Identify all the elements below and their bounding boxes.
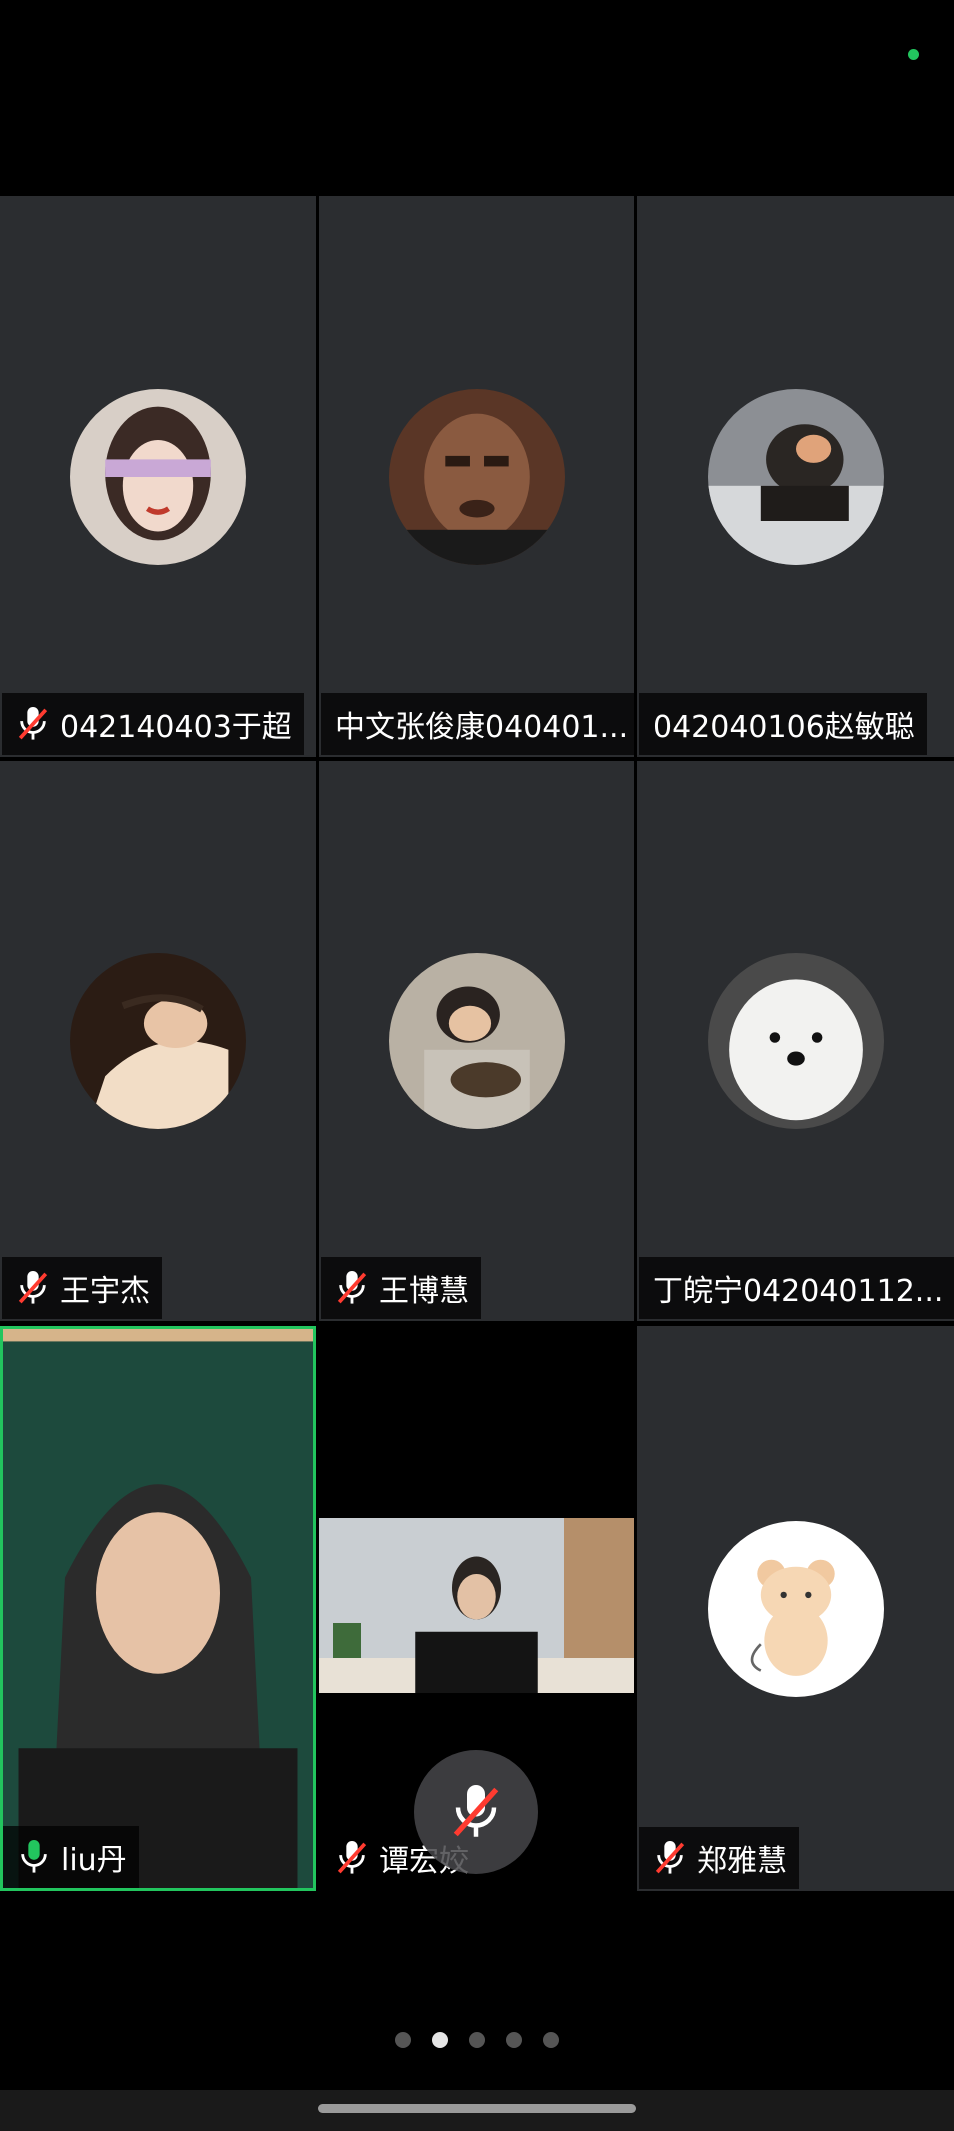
mic-muted-icon (655, 1841, 685, 1874)
home-indicator[interactable] (318, 2104, 636, 2113)
participant-video (319, 1518, 634, 1693)
participant-name-label: 中文张俊康040401... (321, 693, 634, 755)
participant-avatar (70, 388, 246, 565)
participant-name-label: liu丹 (3, 1826, 139, 1888)
participant-avatar (388, 388, 565, 565)
page-dot[interactable] (543, 2032, 559, 2048)
participant-avatar (707, 1520, 884, 1697)
participant-tile[interactable]: 042040106赵敏聪 (637, 196, 954, 757)
participant-name-label: 丁皖宁042040112... (639, 1257, 954, 1319)
page-dot-active[interactable] (432, 2032, 448, 2048)
participant-name-label: 王宇杰 (2, 1257, 162, 1319)
mic-muted-icon (18, 1271, 48, 1304)
mic-muted-icon (18, 707, 48, 740)
participant-tile[interactable]: 王宇杰 (0, 761, 316, 1321)
page-dot[interactable] (395, 2032, 411, 2048)
page-indicator[interactable] (0, 2032, 954, 2048)
participant-tile[interactable]: 郑雅慧 (637, 1326, 954, 1891)
page-dot[interactable] (469, 2032, 485, 2048)
mic-active-icon (21, 1840, 47, 1873)
participant-video-tile[interactable]: liu丹 (0, 1326, 316, 1891)
mic-muted-icon (453, 1785, 499, 1837)
participant-name-label: 王博慧 (321, 1257, 481, 1319)
mic-muted-icon (337, 1271, 367, 1304)
mute-toggle-button[interactable] (414, 1750, 538, 1874)
participant-tile[interactable]: 王博慧 (319, 761, 634, 1321)
participant-name-label: 郑雅慧 (639, 1827, 799, 1889)
participant-video (3, 1329, 313, 1888)
participant-avatar (70, 953, 246, 1129)
participant-avatar (707, 388, 884, 565)
participant-avatar (707, 953, 884, 1129)
participant-tile[interactable]: 中文张俊康040401... (319, 196, 634, 757)
participant-avatar (388, 953, 565, 1129)
participant-name-label: 042040106赵敏聪 (639, 693, 927, 755)
participant-tile[interactable]: 042140403于超 (0, 196, 316, 757)
participant-name-label: 042140403于超 (2, 693, 304, 755)
mic-muted-icon (337, 1841, 367, 1874)
status-indicator-dot (908, 49, 919, 60)
participant-grid: 042140403于超 中文张俊康040401... 042040106赵敏聪 … (0, 196, 954, 1891)
participant-tile[interactable]: 丁皖宁042040112... (637, 761, 954, 1321)
page-dot[interactable] (506, 2032, 522, 2048)
